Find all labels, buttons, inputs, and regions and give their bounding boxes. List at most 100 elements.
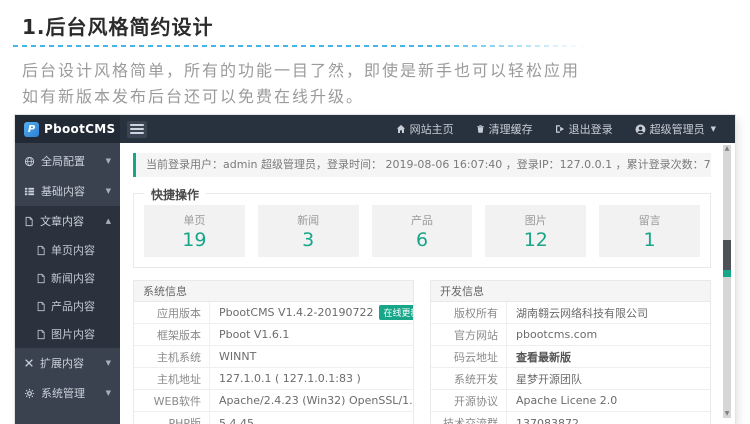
globe-icon	[24, 156, 35, 167]
row-label: 主机系统	[134, 346, 210, 367]
sidebar-item-basic-content[interactable]: 基础内容 ▼	[15, 176, 120, 206]
row-label: WEB软件	[134, 390, 210, 411]
stat-card-single-page[interactable]: 单页 19	[144, 205, 245, 257]
stats-row: 单页 19 新闻 3 产品 6 图片 12 留言 1	[144, 205, 700, 257]
gear-icon	[24, 388, 35, 399]
logout-icon	[555, 124, 565, 134]
sidebar-subitem-news[interactable]: 新闻内容	[15, 264, 120, 292]
row-value: 湖南翱云网络科技有限公司	[507, 302, 710, 323]
trash-icon	[476, 124, 485, 134]
row-label: 主机地址	[134, 368, 210, 389]
sidebar-item-global-config[interactable]: 全局配置 ▼	[15, 146, 120, 176]
chevron-down-icon: ▼	[105, 187, 111, 195]
online-update-badge[interactable]: 在线更新	[378, 305, 413, 320]
description-line: 如有新版本发布后台还可以免费在线升级。	[22, 87, 365, 106]
row-label: PHP版	[134, 412, 210, 424]
sidebar-item-extend-content[interactable]: 扩展内容 ▼	[15, 348, 120, 378]
stat-card-product[interactable]: 产品 6	[371, 205, 473, 257]
chevron-down-icon: ▼	[105, 389, 111, 397]
stat-label: 图片	[524, 213, 547, 227]
row-value: pbootcms.com	[507, 324, 710, 345]
brand-logo: P PbootCMS	[15, 115, 120, 143]
sidebar-subitem-picture[interactable]: 图片内容	[15, 320, 120, 348]
row-value-text: PbootCMS V1.4.2-20190722	[219, 306, 374, 319]
latest-version-link[interactable]: 查看最新版	[507, 346, 710, 367]
stat-value: 3	[302, 228, 315, 251]
sidebar-subitem-label: 产品内容	[51, 300, 95, 313]
row-value: Apache/2.4.23 (Win32) OpenSSL/1.0.2j PHP…	[210, 390, 413, 411]
quick-actions-section: 快捷操作 单页 19 新闻 3 产品 6 图片 12 留言 1	[133, 186, 711, 268]
page-title: 1.后台风格简约设计	[22, 15, 214, 39]
system-info-table: 系统信息 应用版本 PbootCMS V1.4.2-20190722 在线更新框架版…	[133, 280, 414, 424]
table-row: 技术交流群 137083872	[431, 412, 710, 424]
topnav-item-site-home[interactable]: 网站主页	[385, 121, 465, 137]
row-value-text: 127.1.0.1 ( 127.1.0.1:83 )	[219, 372, 361, 385]
sidebar-submenu: 单页内容新闻内容产品内容图片内容	[15, 236, 120, 348]
row-value-text: Apache/2.4.23 (Win32) OpenSSL/1.0.2j PHP…	[219, 394, 413, 407]
sidebar-subitem-single-page[interactable]: 单页内容	[15, 236, 120, 264]
chevron-down-icon: ▼	[710, 125, 716, 133]
topnav-item-clear-cache[interactable]: 清理缓存	[465, 121, 544, 137]
stat-label: 单页	[183, 213, 206, 227]
sidebar-item-label: 文章内容	[40, 215, 84, 228]
row-value: 星梦开源团队	[507, 368, 710, 389]
row-label: 版权所有	[431, 302, 507, 323]
topnav-item-logout[interactable]: 退出登录	[544, 121, 624, 137]
sidebar-item-article-content[interactable]: 文章内容 ▲	[15, 206, 120, 236]
row-value-text: Apache Licene 2.0	[516, 394, 618, 407]
quick-actions-title: 快捷操作	[144, 186, 207, 203]
topnav-item-label: 网站主页	[409, 123, 454, 136]
scrollbar-thumb[interactable]	[723, 240, 731, 277]
row-label: 官方网站	[431, 324, 507, 345]
row-value-text: 137083872	[516, 416, 579, 424]
stat-value: 6	[415, 228, 429, 251]
topnav-item-label: 超级管理员	[649, 123, 705, 136]
row-label: 应用版本	[134, 302, 210, 323]
row-value-text: 湖南翱云网络科技有限公司	[516, 306, 648, 320]
row-label: 码云地址	[431, 346, 507, 367]
main-content: 当前登录用户：admin 超级管理员，登录时间： 2019-08-06 16:0…	[120, 143, 735, 424]
stat-card-message[interactable]: 留言 1	[599, 205, 700, 257]
stat-card-news[interactable]: 新闻 3	[257, 205, 359, 257]
scroll-down-icon[interactable]: ▼	[723, 410, 731, 418]
row-value: 5.4.45	[210, 412, 413, 424]
sidebar-item-label: 系统管理	[41, 387, 85, 400]
sidebar-item-label: 基础内容	[41, 185, 85, 198]
menu-toggle-icon[interactable]	[127, 120, 147, 138]
dev-info-table: 开发信息 版权所有 湖南翱云网络科技有限公司 官方网站 pbootcms.com 码云地…	[430, 280, 711, 424]
row-value-text: 5.4.45	[219, 416, 254, 424]
top-bar: P PbootCMS 网站主页 清理缓存 退出登录 超级管理员 ▼	[15, 115, 735, 143]
scroll-up-icon[interactable]: ▲	[723, 145, 731, 153]
chevron-down-icon: ▼	[105, 157, 111, 165]
top-nav: 网站主页 清理缓存 退出登录 超级管理员 ▼	[385, 115, 735, 143]
sidebar-subitem-label: 新闻内容	[51, 272, 95, 285]
row-label: 系统开发	[431, 368, 507, 389]
row-label: 技术交流群	[431, 412, 507, 424]
stat-card-picture[interactable]: 图片 12	[485, 205, 587, 257]
row-value: 127.1.0.1 ( 127.1.0.1:83 )	[210, 368, 413, 389]
user-icon	[635, 124, 646, 135]
system-info-title: 系统信息	[134, 281, 413, 302]
file-icon	[36, 245, 46, 256]
table-row: 官方网站 pbootcms.com	[431, 324, 710, 346]
table-row: WEB软件 Apache/2.4.23 (Win32) OpenSSL/1.0.2…	[134, 390, 413, 412]
description-line: 后台设计风格简单，所有的功能一目了然，即使是新手也可以轻松应用	[22, 61, 581, 80]
sidebar-subitem-product[interactable]: 产品内容	[15, 292, 120, 320]
table-row: PHP版 5.4.45	[134, 412, 413, 424]
sidebar-item-system-manage[interactable]: 系统管理 ▼	[15, 378, 120, 408]
stat-label: 产品	[410, 213, 433, 227]
table-row: 应用版本 PbootCMS V1.4.2-20190722 在线更新	[134, 302, 413, 324]
row-value-text: WINNT	[219, 350, 257, 363]
sitemap-icon	[24, 186, 35, 197]
file-icon	[36, 273, 46, 284]
content-scrollbar[interactable]: ▲ ▼	[723, 145, 731, 418]
row-value-text: 查看最新版	[516, 350, 571, 364]
file-icon	[24, 216, 34, 227]
stat-value: 12	[523, 228, 548, 251]
table-row: 系统开发 星梦开源团队	[431, 368, 710, 390]
brand-name: PbootCMS	[44, 122, 116, 136]
topnav-item-admin-user[interactable]: 超级管理员 ▼	[624, 121, 727, 137]
login-info-bar: 当前登录用户：admin 超级管理员，登录时间： 2019-08-06 16:0…	[133, 153, 711, 177]
row-value: Pboot V1.6.1	[210, 324, 413, 345]
file-icon	[36, 301, 46, 312]
